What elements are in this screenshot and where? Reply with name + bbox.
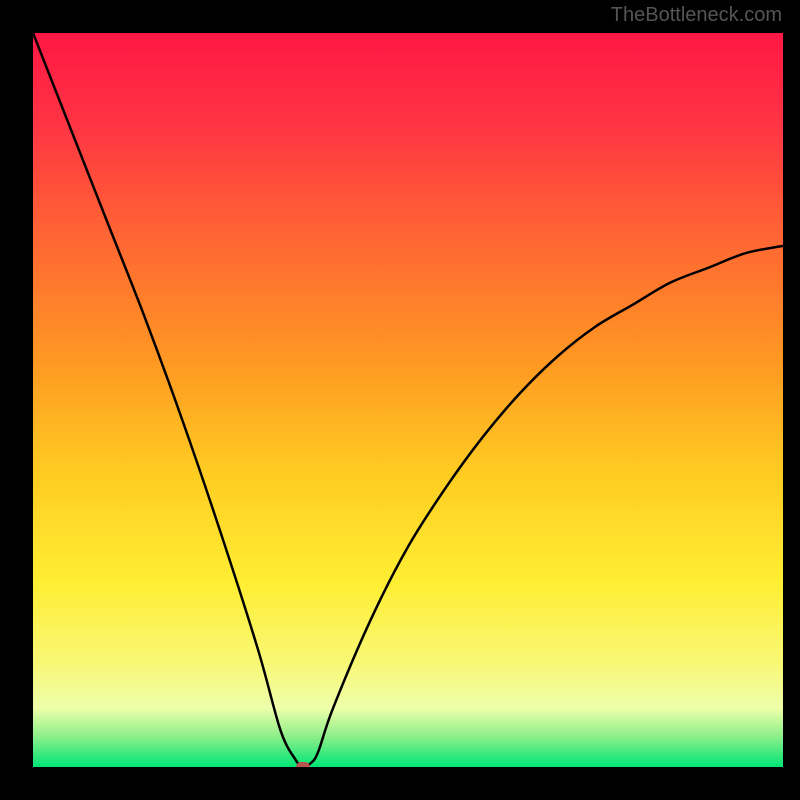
minimum-marker: [296, 762, 310, 767]
curve-svg: [33, 33, 783, 767]
plot-area: [33, 33, 783, 767]
bottleneck-curve: [33, 33, 783, 767]
watermark-text: TheBottleneck.com: [611, 4, 782, 27]
